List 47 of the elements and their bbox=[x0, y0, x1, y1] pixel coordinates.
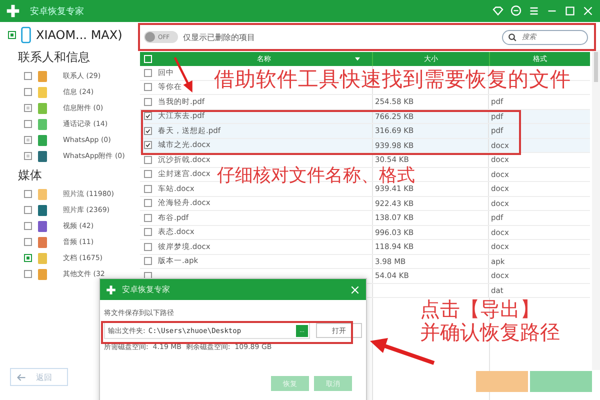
row-checkbox[interactable] bbox=[144, 126, 152, 135]
cross-logo-icon bbox=[106, 284, 116, 294]
close-icon[interactable] bbox=[350, 284, 360, 294]
cross-logo-icon bbox=[6, 4, 20, 18]
checkbox[interactable] bbox=[24, 206, 32, 214]
window-title: 安卓恢复专家 bbox=[30, 6, 84, 18]
row-checkbox[interactable] bbox=[144, 170, 152, 178]
search-icon bbox=[508, 32, 517, 42]
checkbox[interactable] bbox=[24, 72, 32, 80]
row-checkbox[interactable] bbox=[144, 83, 152, 92]
row-checkbox[interactable] bbox=[144, 68, 152, 77]
dialog-title: 安卓恢复专家 bbox=[122, 284, 170, 295]
phone-icon bbox=[21, 26, 31, 44]
row-checkbox[interactable] bbox=[144, 184, 152, 193]
row-checkbox[interactable] bbox=[144, 112, 152, 120]
section-heading: 媒体 bbox=[18, 167, 43, 184]
chat-icon[interactable] bbox=[510, 5, 522, 17]
menu-icon[interactable] bbox=[528, 5, 540, 17]
row-checkbox[interactable] bbox=[144, 199, 152, 208]
row-checkbox[interactable] bbox=[144, 214, 152, 222]
select-all-checkbox[interactable] bbox=[144, 55, 152, 63]
sort-caret-icon bbox=[355, 57, 360, 61]
annotation-text: 借助软件工具快速找到需要恢复的文件 bbox=[214, 68, 571, 92]
checkbox[interactable] bbox=[24, 254, 32, 262]
device-name: XIAOM... MAX) bbox=[36, 28, 122, 42]
row-checkbox[interactable] bbox=[144, 257, 152, 266]
annotation-text: 仔细核对文件名称、格式 bbox=[217, 166, 415, 186]
row-checkbox[interactable] bbox=[144, 242, 152, 251]
checkbox[interactable] bbox=[24, 222, 32, 230]
maximize-icon[interactable] bbox=[564, 5, 576, 17]
checkbox[interactable] bbox=[24, 238, 32, 246]
scrollbar[interactable] bbox=[592, 50, 600, 370]
section-heading: 联系人和信息 bbox=[18, 49, 91, 66]
checkbox[interactable] bbox=[24, 190, 32, 198]
row-checkbox[interactable] bbox=[144, 141, 152, 150]
close-icon[interactable] bbox=[582, 5, 594, 17]
back-arrow-icon bbox=[17, 372, 26, 382]
row-checkbox[interactable] bbox=[144, 98, 152, 106]
checkbox[interactable] bbox=[24, 120, 32, 128]
checkbox[interactable] bbox=[8, 31, 16, 39]
row-checkbox[interactable] bbox=[144, 228, 152, 236]
annotation-text: 点击【导出】 并确认恢复路径 bbox=[420, 298, 560, 344]
checkbox[interactable] bbox=[24, 270, 32, 278]
filter-label: 仅显示已删除的项目 bbox=[183, 32, 255, 42]
checkbox[interactable] bbox=[24, 88, 32, 96]
row-checkbox[interactable] bbox=[144, 156, 152, 164]
diamond-icon[interactable] bbox=[492, 5, 504, 17]
